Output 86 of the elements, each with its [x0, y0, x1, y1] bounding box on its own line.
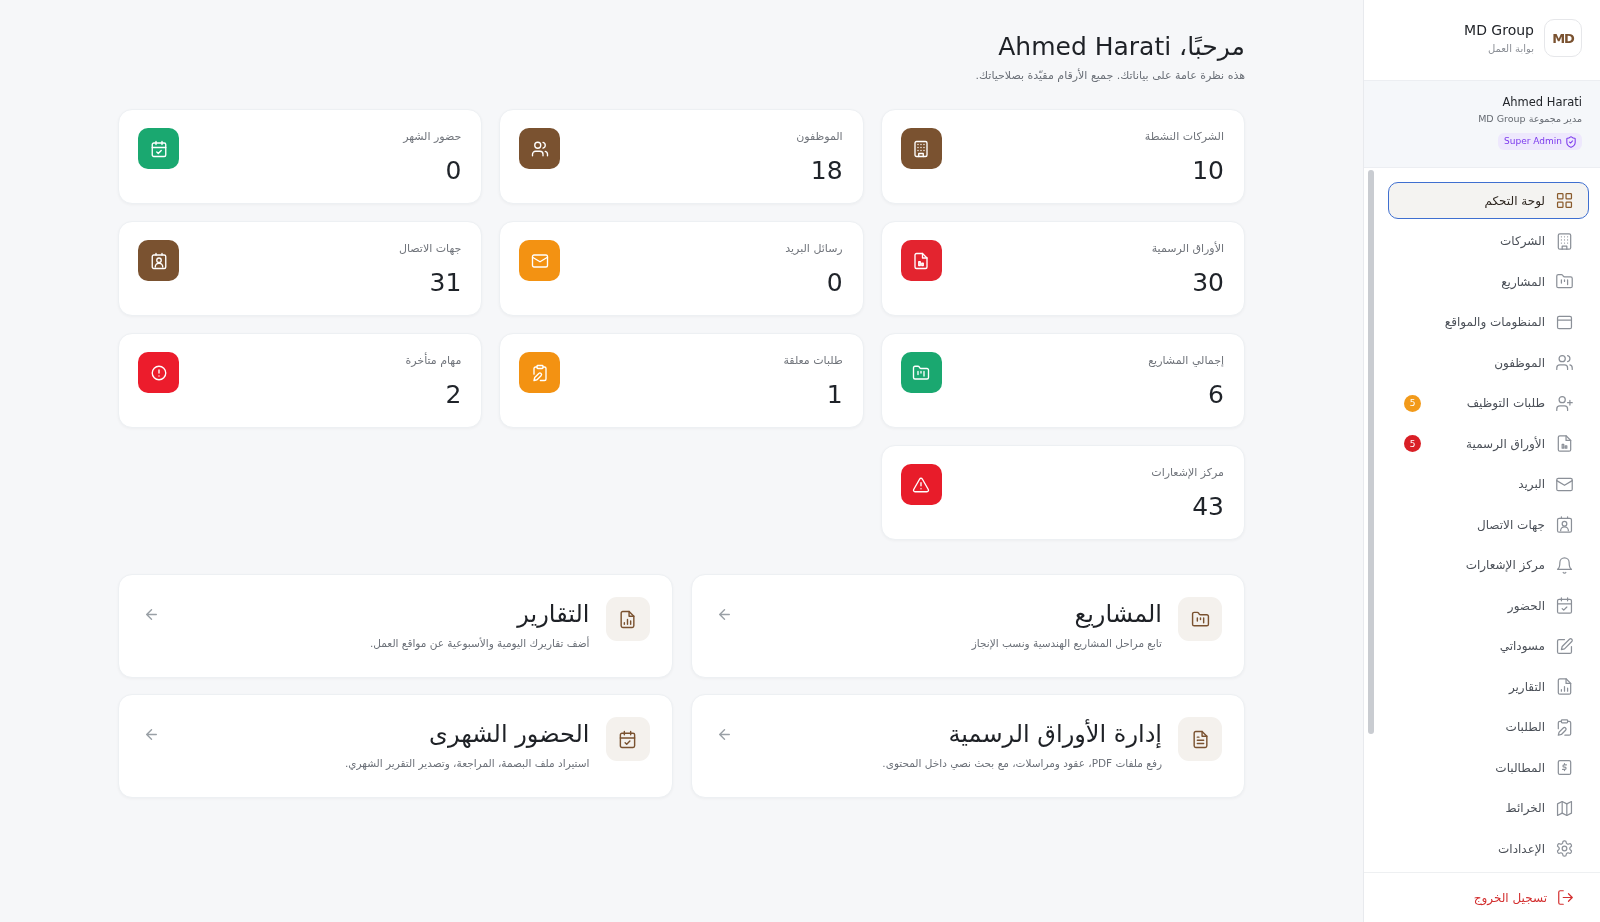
- sidebar-item[interactable]: الخرائط: [1388, 789, 1589, 827]
- sidebar-item[interactable]: المشاريع: [1388, 263, 1589, 300]
- stat-label: جهات الاتصال: [399, 241, 462, 257]
- shortcut-title: المشاريع: [1074, 599, 1162, 630]
- chart-document-icon: [605, 597, 650, 641]
- sidebar-item[interactable]: لوحة التحكم: [1388, 182, 1589, 219]
- stat-value: 30: [1192, 267, 1224, 299]
- shortcut-title: الحضور الشهرى: [429, 719, 590, 750]
- shortcut-card[interactable]: المشاريع تابع مراحل المشاريع الهندسية ونسب الإنجاز: [690, 574, 1245, 678]
- count-badge: 5: [1404, 394, 1421, 412]
- stat-value: 31: [429, 267, 462, 299]
- sidebar-item[interactable]: التقارير: [1388, 668, 1589, 705]
- sidebar-item[interactable]: الطلبات: [1388, 708, 1589, 746]
- logout-button[interactable]: تسجيل الخروج: [1457, 886, 1589, 909]
- shortcut-card[interactable]: الحضور الشهرى استيراد ملف البصمة، المراجعة، وتصدير التقرير الشهري.: [118, 694, 673, 798]
- settings-icon: [1556, 840, 1573, 857]
- receipt-icon: [1556, 759, 1573, 776]
- grid-icon: [1556, 192, 1573, 209]
- sidebar-item[interactable]: الإعدادات: [1388, 830, 1589, 867]
- logout-icon: [1558, 890, 1573, 905]
- sidebar-item[interactable]: الموظفون: [1388, 344, 1589, 381]
- stat-value: 1: [826, 379, 843, 411]
- brand-subtitle: بوابة العمل: [1487, 42, 1534, 56]
- scrollbar-thumb[interactable]: [1368, 170, 1374, 734]
- chart-document-icon: [1556, 678, 1573, 695]
- pencil-square-icon: [1556, 637, 1573, 655]
- arrow-left-icon: [718, 729, 730, 740]
- sidebar-item[interactable]: جهات الاتصال: [1388, 506, 1589, 543]
- sidebar-item[interactable]: البريد: [1388, 465, 1589, 503]
- stat-value: 18: [810, 155, 843, 187]
- stat-value: 0: [445, 155, 462, 187]
- shortcut-card[interactable]: التقارير أضف تقاريرك اليومية والأسبوعية عن مواقع العمل.: [118, 574, 673, 678]
- folder-icon: [1178, 597, 1222, 641]
- user-plus-icon: [1556, 394, 1573, 412]
- building-icon: [1556, 232, 1573, 250]
- stat-label: الشركات النشطة: [1144, 129, 1224, 145]
- document-icon: [1556, 435, 1573, 452]
- user-name: Ahmed Harati: [1502, 94, 1582, 110]
- sidebar-item[interactable]: مسوداتي: [1388, 627, 1589, 665]
- users-icon: [1556, 354, 1573, 371]
- brand-name: MD Group: [1464, 21, 1534, 39]
- sidebar-item[interactable]: المنظومات والمواقع: [1388, 303, 1589, 341]
- shortcut-card[interactable]: إدارة الأوراق الرسمية رفع ملفات PDF، عقود ومراسلات، مع بحث نصي داخل المحتوى.: [690, 694, 1245, 798]
- stat-label: الأوراق الرسمية: [1151, 241, 1224, 257]
- stat-label: حضور الشهر: [403, 129, 462, 145]
- stat-value: 43: [1192, 491, 1224, 523]
- stat-value: 2: [445, 379, 462, 411]
- shortcut-description: استيراد ملف البصمة، المراجعة، وتصدير التقرير الشهري.: [345, 756, 590, 770]
- shield-check-icon: [1566, 135, 1576, 148]
- sidebar-item[interactable]: الشركات: [1388, 222, 1589, 260]
- bell-icon: [1556, 556, 1573, 574]
- arrow-left-icon: [146, 729, 157, 740]
- shortcut-title: إدارة الأوراق الرسمية: [948, 718, 1162, 750]
- clipboard-pencil-icon: [1556, 718, 1573, 736]
- calendar-check-icon: [1556, 597, 1573, 614]
- stat-value: 6: [1208, 379, 1224, 411]
- page-subtitle: هذه نظرة عامة على بياناتك. جميع الأرقام مقيّدة بصلاحياتك.: [974, 68, 1245, 84]
- stat-label: الموظفون: [796, 129, 843, 145]
- user-role: مدير مجموعة MD Group: [1478, 112, 1582, 126]
- shortcut-title: التقارير: [517, 599, 590, 630]
- shortcut-description: أضف تقاريرك اليومية والأسبوعية عن مواقع العمل.: [369, 636, 590, 650]
- document-icon: [1178, 717, 1222, 761]
- window-icon: [1556, 313, 1573, 331]
- calendar-check-icon: [605, 717, 650, 761]
- brand-logo: MD: [1544, 19, 1582, 57]
- stat-label: طلبات معلقة: [783, 353, 843, 369]
- contact-card-icon: [1556, 516, 1573, 533]
- arrow-left-icon: [718, 609, 730, 620]
- shortcut-description: تابع مراحل المشاريع الهندسية ونسب الإنجاز: [971, 636, 1162, 650]
- stat-label: مهام متأخرة: [405, 353, 462, 369]
- sidebar-item[interactable]: المطالبات: [1388, 749, 1589, 786]
- stat-value: 0: [826, 267, 843, 299]
- count-badge: 5: [1404, 435, 1421, 452]
- shortcut-description: رفع ملفات PDF، عقود ومراسلات، مع بحث نصي داخل المحتوى.: [882, 756, 1162, 770]
- sidebar-item[interactable]: الحضور: [1388, 587, 1589, 624]
- page-title: مرحبًا، Ahmed Harati: [997, 31, 1245, 63]
- folder-icon: [1556, 273, 1573, 290]
- sidebar-item[interactable]: مركز الإشعارات: [1388, 546, 1589, 584]
- stat-value: 10: [1192, 155, 1224, 187]
- mail-icon: [1556, 475, 1573, 493]
- stat-label: رسائل البريد: [785, 241, 843, 257]
- role-label: Super Admin: [1504, 135, 1562, 148]
- arrow-left-icon: [146, 609, 157, 620]
- stat-label: مركز الإشعارات: [1151, 465, 1224, 481]
- map-icon: [1556, 799, 1573, 817]
- stat-label: إجمالي المشاريع: [1148, 353, 1224, 369]
